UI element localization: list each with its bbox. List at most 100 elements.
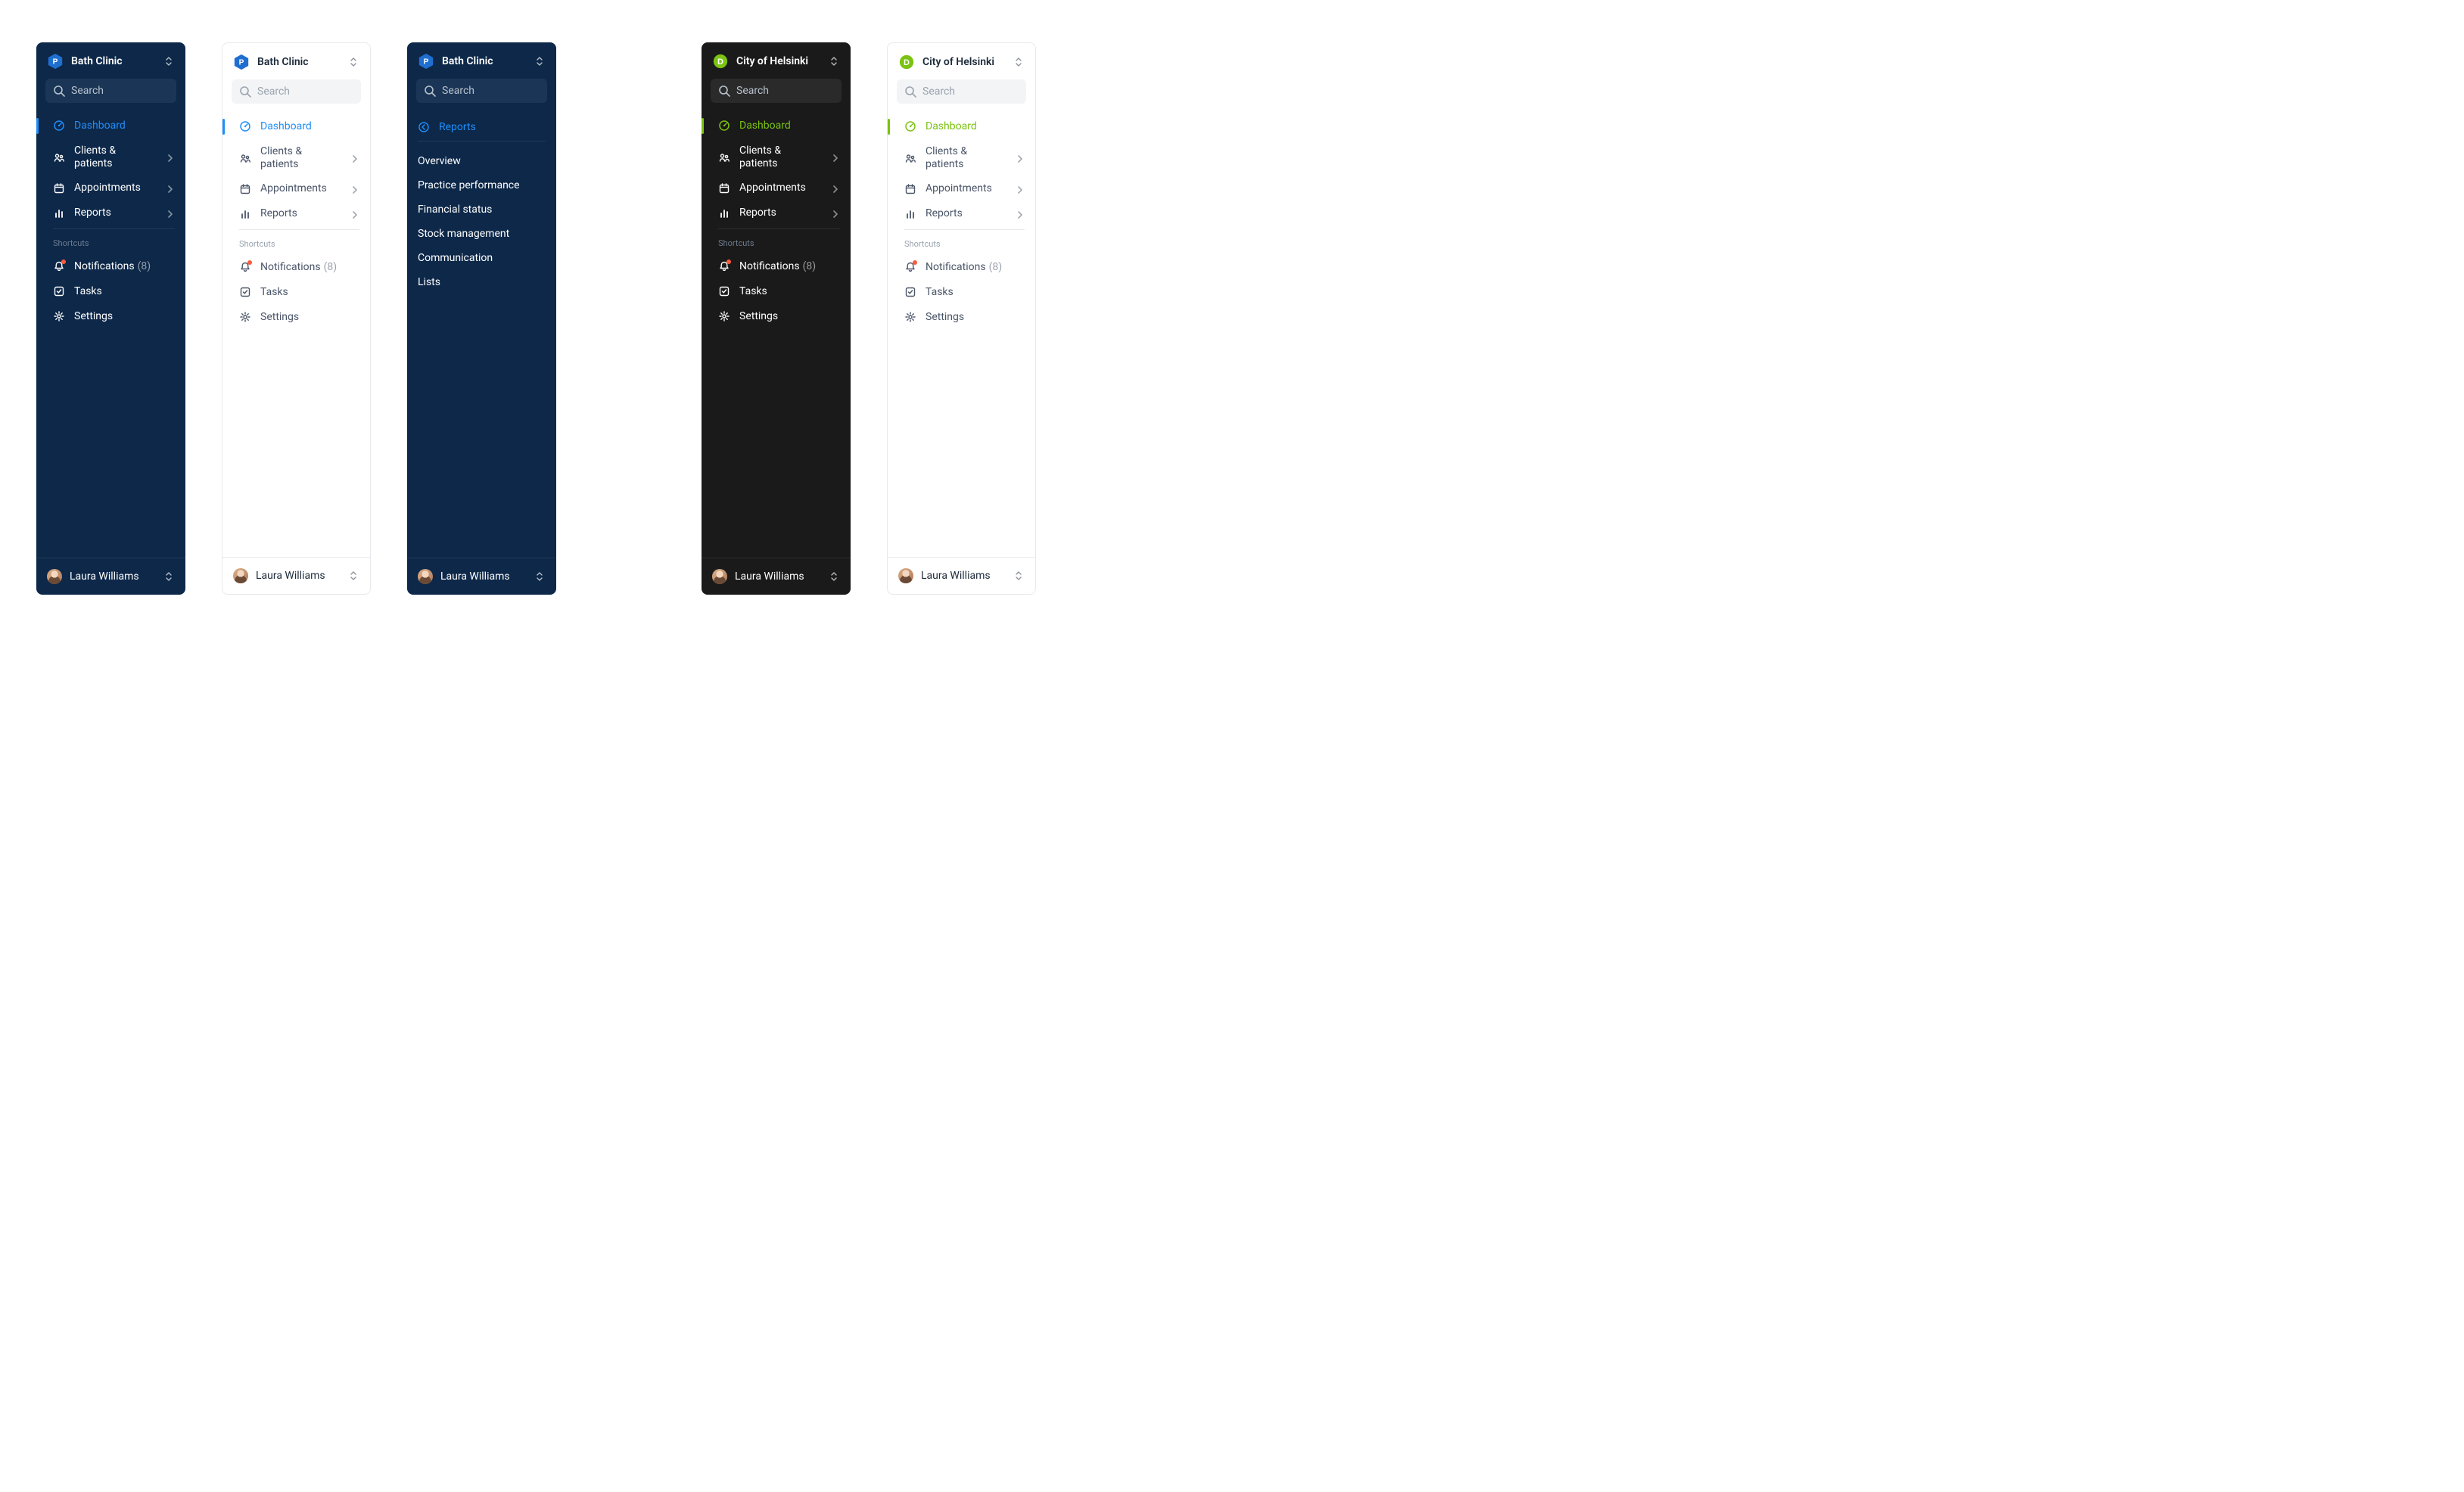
nav-dashboard[interactable]: Dashboard <box>222 114 370 139</box>
nav-settings[interactable]: Settings <box>702 304 851 329</box>
nav-dashboard[interactable]: Dashboard <box>888 114 1035 139</box>
sub-lists[interactable]: Lists <box>407 270 556 294</box>
nav-settings[interactable]: Settings <box>222 305 370 330</box>
org-switcher[interactable]: D City of Helsinki <box>702 42 851 79</box>
nav-tasks[interactable]: Tasks <box>36 279 185 304</box>
user-switcher[interactable]: Laura Williams <box>702 558 851 595</box>
notification-dot-icon <box>913 260 917 265</box>
org-switcher[interactable]: P Bath Clinic <box>36 42 185 79</box>
svg-text:D: D <box>717 58 723 67</box>
nav-label: Appointments <box>926 182 1005 195</box>
sub-communication[interactable]: Communication <box>407 246 556 270</box>
gear-icon <box>239 311 251 323</box>
main-nav: Dashboard Clients & patients Appointment… <box>36 113 185 337</box>
nav-reports[interactable]: Reports <box>702 200 851 225</box>
sub-financial-status[interactable]: Financial status <box>407 197 556 222</box>
bell-icon <box>904 261 916 273</box>
sidebar-bath-light: P Bath Clinic Search Dashboard Clients &… <box>222 42 371 595</box>
notification-count: (8) <box>324 261 338 273</box>
nav-label: Settings <box>260 311 359 324</box>
org-name: Bath Clinic <box>257 56 340 68</box>
notification-dot-icon <box>726 260 731 264</box>
main-nav: Dashboard Clients & patients Appointment… <box>222 114 370 338</box>
nav-appointments[interactable]: Appointments <box>222 176 370 201</box>
org-switcher[interactable]: D City of Helsinki <box>888 43 1035 79</box>
nav-reports[interactable]: Reports <box>888 201 1035 226</box>
user-switcher[interactable]: Laura Williams <box>222 557 370 594</box>
nav-clients[interactable]: Clients & patients <box>222 139 370 177</box>
nav-notifications[interactable]: Notifications(8) <box>36 254 185 279</box>
nav-settings[interactable]: Settings <box>36 304 185 329</box>
nav-label: Notifications(8) <box>739 260 840 273</box>
sub-stock-management[interactable]: Stock management <box>407 222 556 246</box>
notification-count: (8) <box>803 260 817 272</box>
org-name: Bath Clinic <box>442 55 526 67</box>
sidebar-helsinki-light: D City of Helsinki Search Dashboard Clie… <box>887 42 1036 595</box>
reports-back[interactable]: Reports <box>407 113 556 141</box>
search-input[interactable]: Search <box>897 79 1026 104</box>
shortcuts-heading: Shortcuts <box>702 238 851 254</box>
org-switcher[interactable]: P Bath Clinic <box>407 42 556 79</box>
nav-label: Dashboard <box>739 120 840 132</box>
nav-label: Tasks <box>926 286 1025 299</box>
nav-notifications[interactable]: Notifications(8) <box>888 255 1035 280</box>
chevron-updown-icon <box>347 56 359 68</box>
nav-tasks[interactable]: Tasks <box>222 280 370 305</box>
search-input[interactable]: Search <box>232 79 361 104</box>
sub-practice-performance[interactable]: Practice performance <box>407 173 556 197</box>
user-name: Laura Williams <box>440 570 526 583</box>
nav-clients[interactable]: Clients & patients <box>36 138 185 176</box>
nav-label: Clients & patients <box>739 145 820 170</box>
nav-clients[interactable]: Clients & patients <box>888 139 1035 177</box>
nav-tasks[interactable]: Tasks <box>888 280 1035 305</box>
nav-settings[interactable]: Settings <box>888 305 1035 330</box>
svg-text:P: P <box>239 59 244 67</box>
bar-chart-icon <box>239 208 251 220</box>
nav-reports[interactable]: Reports <box>222 201 370 226</box>
search-input[interactable]: Search <box>711 79 842 103</box>
people-icon <box>53 151 65 163</box>
search-input[interactable]: Search <box>45 79 176 103</box>
chevron-updown-icon <box>1013 56 1025 68</box>
nav-notifications[interactable]: Notifications(8) <box>702 254 851 279</box>
nav-reports[interactable]: Reports <box>36 200 185 225</box>
nav-label: Notifications(8) <box>74 260 175 273</box>
user-switcher[interactable]: Laura Williams <box>407 558 556 595</box>
user-switcher[interactable]: Laura Williams <box>888 557 1035 594</box>
gauge-icon <box>239 120 251 132</box>
user-switcher[interactable]: Laura Williams <box>36 558 185 595</box>
search-icon <box>239 85 251 98</box>
search-placeholder: Search <box>736 85 769 97</box>
search-icon <box>904 85 916 98</box>
nav-label: Appointments <box>260 182 340 195</box>
nav-appointments[interactable]: Appointments <box>888 176 1035 201</box>
nav-label: Dashboard <box>926 120 1025 133</box>
bell-icon <box>53 260 65 272</box>
nav-label: Dashboard <box>74 120 175 132</box>
reports-title: Reports <box>439 121 476 133</box>
nav-appointments[interactable]: Appointments <box>36 176 185 200</box>
bar-chart-icon <box>53 207 65 219</box>
nav-tasks[interactable]: Tasks <box>702 279 851 304</box>
divider <box>53 228 175 229</box>
notification-count: (8) <box>989 261 1003 273</box>
nav-label: Settings <box>739 310 840 323</box>
chevron-right-icon <box>164 208 175 219</box>
search-input[interactable]: Search <box>416 79 547 103</box>
nav-appointments[interactable]: Appointments <box>702 176 851 200</box>
chevron-updown-icon <box>534 55 546 67</box>
calendar-icon <box>53 182 65 194</box>
sub-overview[interactable]: Overview <box>407 149 556 173</box>
bar-chart-icon <box>718 207 730 219</box>
org-switcher[interactable]: P Bath Clinic <box>222 43 370 79</box>
chevron-right-icon <box>829 152 840 163</box>
avatar <box>47 569 62 584</box>
nav-notifications[interactable]: Notifications(8) <box>222 255 370 280</box>
nav-dashboard[interactable]: Dashboard <box>702 113 851 138</box>
chevron-right-icon <box>349 184 359 194</box>
chevron-right-icon <box>1014 209 1025 219</box>
nav-dashboard[interactable]: Dashboard <box>36 113 185 138</box>
nav-clients[interactable]: Clients & patients <box>702 138 851 176</box>
nav-label: Appointments <box>739 182 820 194</box>
nav-label: Notifications(8) <box>260 261 359 274</box>
